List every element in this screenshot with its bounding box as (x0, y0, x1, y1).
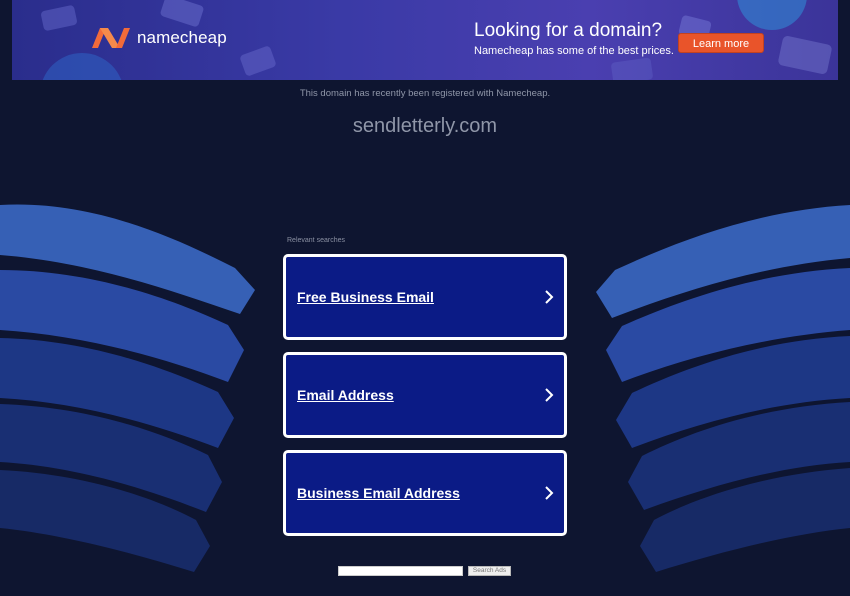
namecheap-logo-text: namecheap (137, 28, 227, 47)
learn-more-button[interactable]: Learn more (678, 33, 764, 53)
search-link-free-business-email[interactable]: Free Business Email (283, 254, 567, 340)
search-link-label[interactable]: Business Email Address (297, 485, 460, 501)
chevron-right-icon (545, 388, 554, 402)
namecheap-banner[interactable]: namecheap Looking for a domain? Namechea… (12, 0, 838, 80)
chevron-right-icon (545, 486, 554, 500)
promo-headline: Looking for a domain? (474, 20, 663, 41)
chevron-right-icon (545, 290, 554, 304)
search-input[interactable] (338, 566, 463, 576)
namecheap-logo-icon (92, 28, 130, 48)
page: namecheap Looking for a domain? Namechea… (0, 0, 850, 596)
namecheap-logo[interactable]: namecheap (90, 26, 227, 50)
promo-subtext: Namecheap has some of the best prices. (474, 45, 674, 57)
registered-note: This domain has recently been registered… (299, 88, 551, 99)
relevant-searches-label: Relevant searches (287, 237, 345, 244)
search-link-business-email-address[interactable]: Business Email Address (283, 450, 567, 536)
search-ads-button[interactable]: Search Ads (468, 566, 511, 576)
domain-name: sendletterly.com (352, 115, 498, 137)
search-link-email-address[interactable]: Email Address (283, 352, 567, 438)
promo-text: Looking for a domain? Namecheap has some… (474, 20, 674, 58)
search-link-label[interactable]: Email Address (297, 387, 394, 403)
search-link-label[interactable]: Free Business Email (297, 289, 434, 305)
